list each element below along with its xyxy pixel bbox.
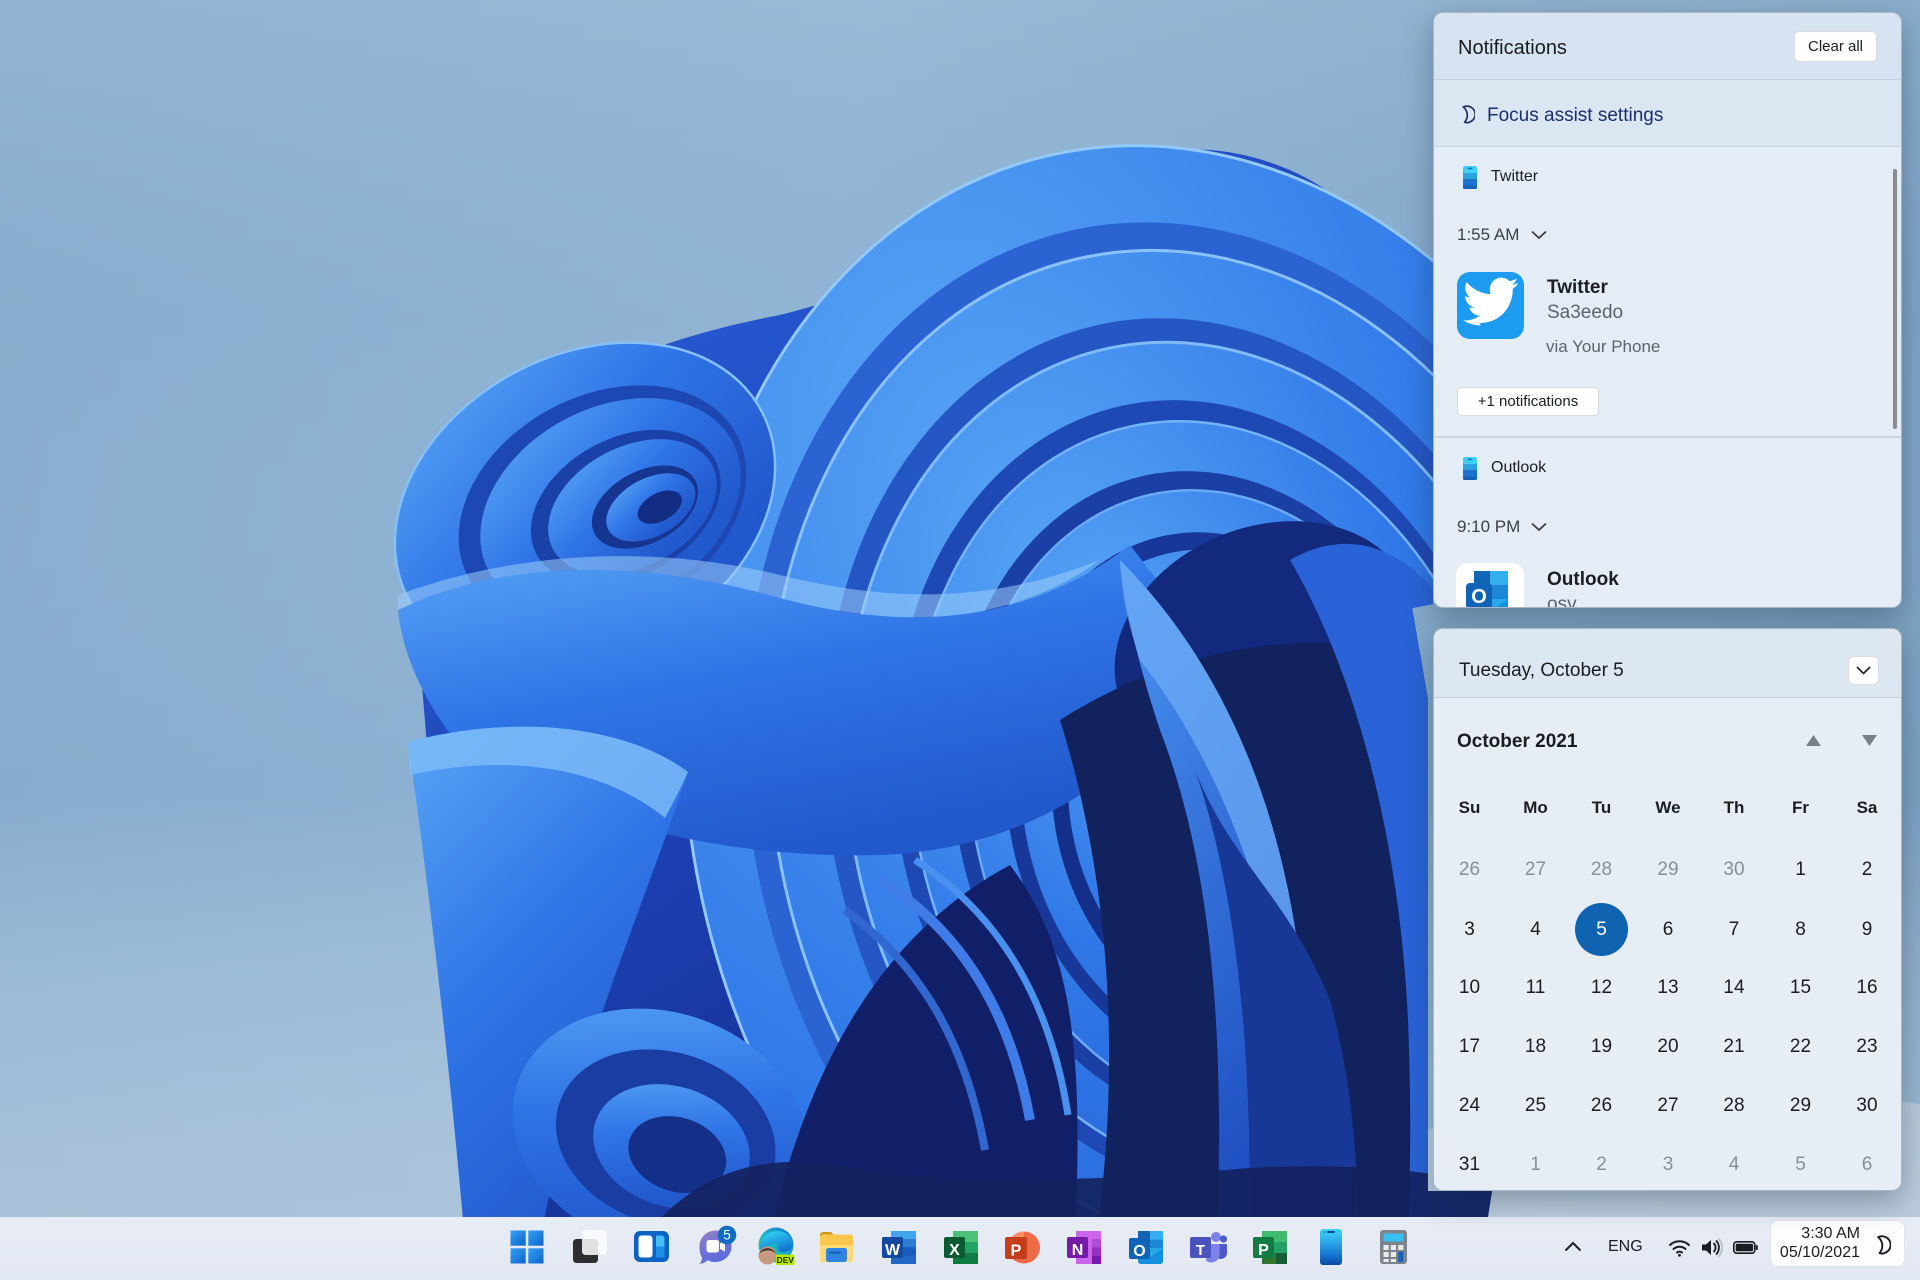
svg-text:X: X: [949, 1242, 960, 1259]
svg-text:O: O: [1471, 586, 1487, 608]
svg-text:DEV: DEV: [776, 1255, 794, 1265]
svg-text:P: P: [1258, 1242, 1269, 1259]
svg-text:N: N: [1072, 1242, 1084, 1259]
svg-text:O: O: [1133, 1243, 1145, 1260]
svg-text:5: 5: [723, 1228, 731, 1243]
svg-text:P: P: [1011, 1243, 1022, 1260]
svg-text:T: T: [1196, 1242, 1205, 1259]
svg-text:W: W: [885, 1242, 901, 1259]
